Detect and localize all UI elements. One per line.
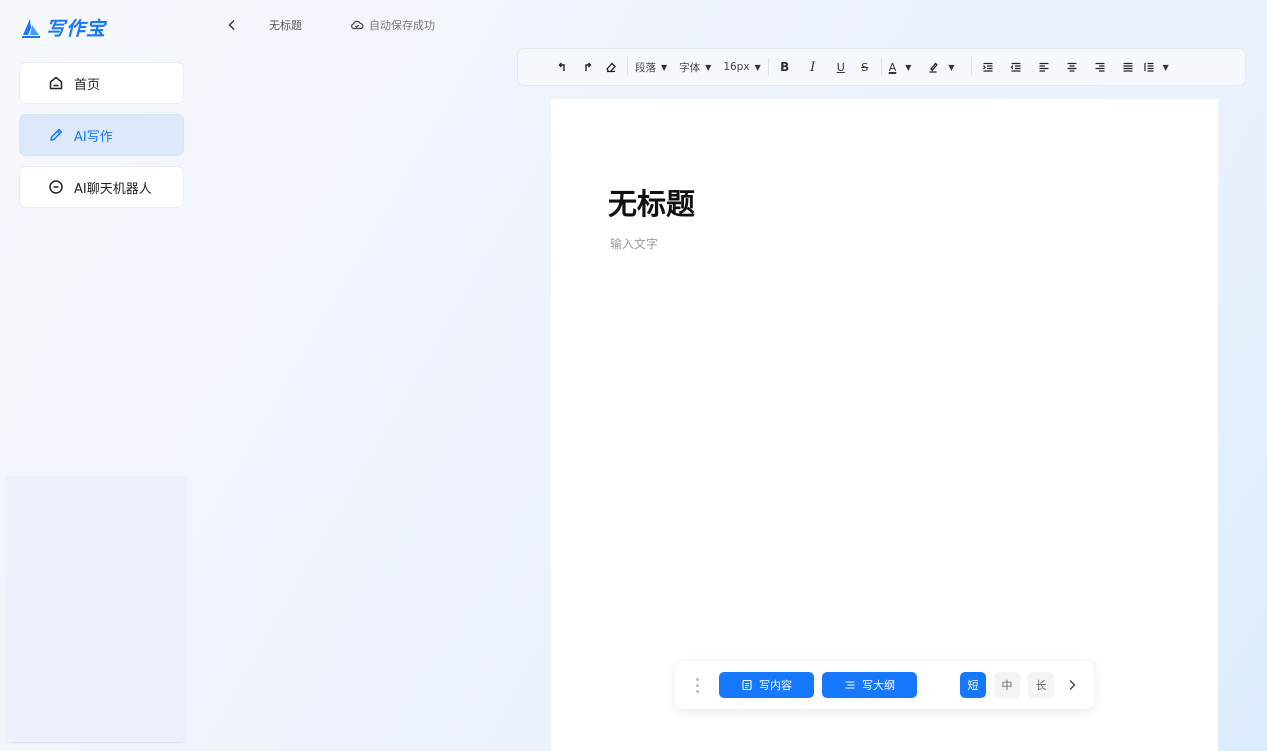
font-size-dropdown[interactable]: 16px ▼ xyxy=(723,56,760,78)
app-logo[interactable]: 写作宝 xyxy=(20,14,106,41)
caret-down-icon: ▼ xyxy=(905,62,912,72)
indent-button[interactable] xyxy=(979,56,997,78)
font-family-label: 字体 xyxy=(679,61,701,74)
outdent-icon xyxy=(1010,62,1021,72)
font-color-dropdown[interactable]: A ▼ xyxy=(889,56,912,78)
paragraph-label: 段落 xyxy=(635,61,656,74)
font-color-label: A xyxy=(888,60,897,74)
align-right-icon xyxy=(1095,62,1105,72)
eraser-icon xyxy=(606,62,616,73)
sidebar-item-ai-chatbot[interactable]: AI聊天机器人 xyxy=(19,166,184,208)
document-heading[interactable]: 无标题 xyxy=(608,181,695,223)
save-status-text: 自动保存成功 xyxy=(369,19,435,32)
write-outline-label: 写大纲 xyxy=(862,679,895,692)
chevron-left-icon[interactable] xyxy=(225,18,239,32)
length-medium-button[interactable]: 中 xyxy=(994,672,1020,698)
caret-down-icon: ▼ xyxy=(1162,62,1169,72)
save-status: 自动保存成功 xyxy=(350,17,435,33)
justify-button[interactable] xyxy=(1119,56,1137,78)
sidebar-item-label: AI写作 xyxy=(74,129,113,145)
editor-body-placeholder[interactable]: 输入文字 xyxy=(610,235,658,252)
document-icon xyxy=(742,679,752,691)
toolbar-divider xyxy=(627,58,628,76)
sidebar-item-label: 首页 xyxy=(74,77,101,93)
justify-icon xyxy=(1123,62,1133,72)
drag-handle-icon[interactable] xyxy=(694,677,700,693)
caret-down-icon: ▼ xyxy=(948,62,955,72)
redo-button[interactable] xyxy=(578,56,596,78)
clear-format-button[interactable] xyxy=(602,56,620,78)
caret-down-icon: ▼ xyxy=(705,62,712,72)
align-right-button[interactable] xyxy=(1091,56,1109,78)
length-long-button[interactable]: 长 xyxy=(1028,672,1054,698)
write-outline-button[interactable]: 写大纲 xyxy=(822,672,917,698)
align-left-button[interactable] xyxy=(1035,56,1053,78)
sidebar-item-ai-writing[interactable]: AI写作 xyxy=(19,114,184,156)
line-height-dropdown[interactable]: ▼ xyxy=(1143,56,1169,78)
write-content-label: 写内容 xyxy=(759,679,792,692)
line-height-icon xyxy=(1143,62,1154,72)
highlighter-icon xyxy=(929,62,939,73)
logo-icon xyxy=(22,18,40,38)
list-icon xyxy=(845,681,855,689)
outdent-button[interactable] xyxy=(1007,56,1025,78)
sidebar-item-label: AI聊天机器人 xyxy=(74,181,152,197)
editor-toolbar: 段落 ▼ 字体 ▼ 16px ▼ B I U S A ▼ ▼ ▼ xyxy=(517,48,1246,86)
highlight-dropdown[interactable]: ▼ xyxy=(927,56,955,78)
divider xyxy=(10,742,182,743)
bold-button[interactable]: B xyxy=(776,56,794,78)
ai-assist-bar: 写内容 写大纲 短 中 长 xyxy=(675,661,1094,709)
undo-button[interactable] xyxy=(554,56,572,78)
editor-page[interactable]: 无标题 输入文字 xyxy=(551,99,1218,751)
undo-icon xyxy=(558,62,565,71)
toolbar-divider xyxy=(970,58,972,76)
write-content-button[interactable]: 写内容 xyxy=(719,672,814,698)
sidebar-bottom-panel xyxy=(5,476,187,744)
caret-down-icon: ▼ xyxy=(661,62,668,72)
toolbar-divider xyxy=(880,58,882,76)
font-size-label: 16px xyxy=(723,61,750,73)
sidebar-item-home[interactable]: 首页 xyxy=(19,62,184,104)
align-left-icon xyxy=(1039,62,1049,72)
chat-icon xyxy=(49,180,63,194)
pencil-icon xyxy=(50,128,63,141)
cloud-icon xyxy=(351,20,364,30)
toolbar-divider xyxy=(767,58,769,76)
top-bar: 无标题 自动保存成功 xyxy=(225,14,435,36)
italic-button[interactable]: I xyxy=(804,56,822,78)
caret-down-icon: ▼ xyxy=(754,62,761,72)
app-name: 写作宝 xyxy=(46,18,107,40)
align-center-icon xyxy=(1067,62,1077,72)
indent-icon xyxy=(982,62,993,72)
document-title[interactable]: 无标题 xyxy=(269,17,302,33)
chevron-right-icon[interactable] xyxy=(1065,678,1079,692)
paragraph-dropdown[interactable]: 段落 ▼ xyxy=(635,56,667,78)
length-short-button[interactable]: 短 xyxy=(960,672,986,698)
align-center-button[interactable] xyxy=(1063,56,1081,78)
font-family-dropdown[interactable]: 字体 ▼ xyxy=(679,56,711,78)
underline-button[interactable]: U xyxy=(832,56,850,78)
sidebar: 首页 AI写作 AI聊天机器人 xyxy=(19,62,184,218)
home-icon xyxy=(49,76,63,90)
strikethrough-button[interactable]: S xyxy=(856,56,874,78)
redo-icon xyxy=(585,62,592,71)
